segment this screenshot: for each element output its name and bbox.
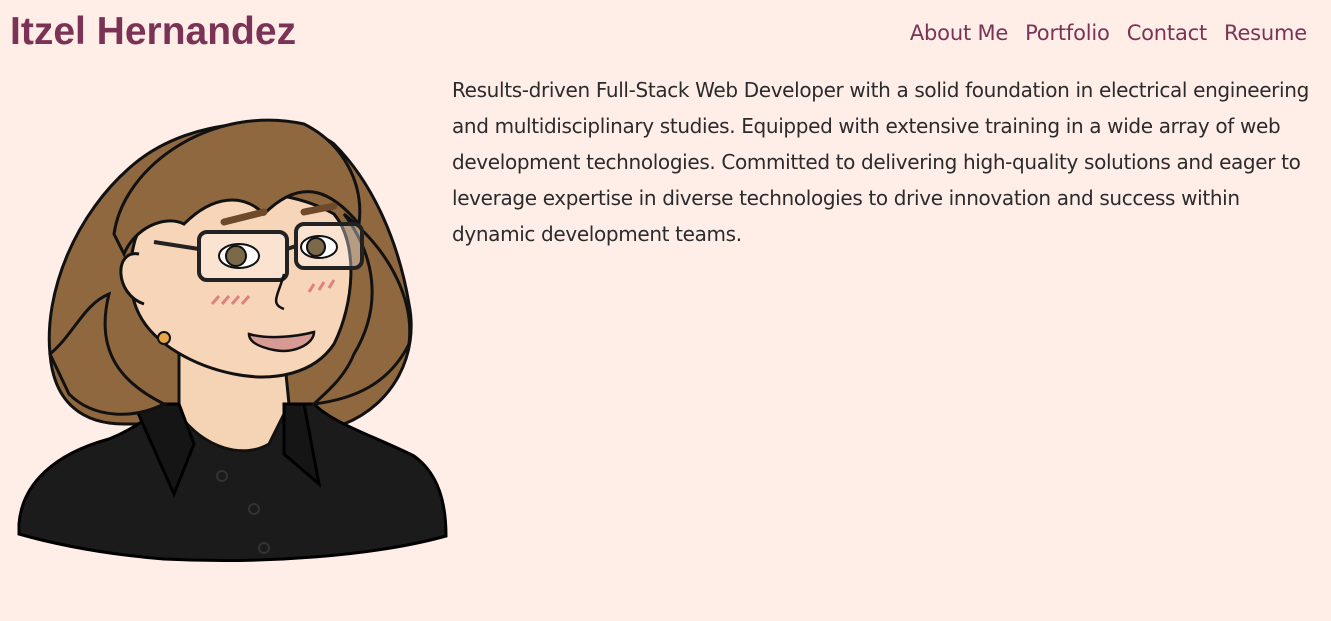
bio-paragraph: Results-driven Full-Stack Web Developer … [452,78,1309,246]
site-title: Itzel Hernandez [10,10,297,53]
nav-link-about-me[interactable]: About Me [910,18,1008,48]
nav-link-portfolio[interactable]: Portfolio [1025,18,1110,48]
nav-link-resume[interactable]: Resume [1224,18,1307,48]
earring [157,331,171,345]
avatar-illustration [17,118,448,562]
site-header: Itzel Hernandez About Me Portfolio Conta… [0,0,1331,66]
main-nav: About Me Portfolio Contact Resume [910,18,1307,48]
nav-link-contact[interactable]: Contact [1127,18,1208,48]
